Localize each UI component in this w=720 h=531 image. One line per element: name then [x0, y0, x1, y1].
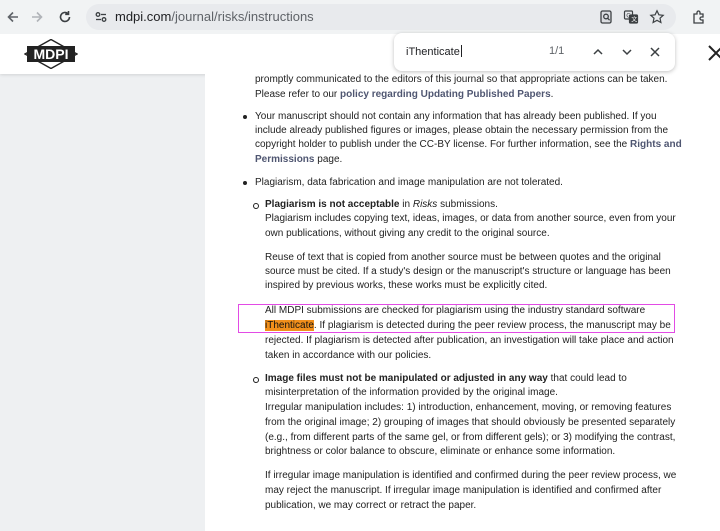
text-line: include already published figures or ima… — [255, 125, 669, 136]
bullet — [243, 115, 247, 119]
text-line: rejected. If plagiarism is detected afte… — [265, 335, 674, 346]
text-line: may reject the manuscript. If irregular … — [265, 485, 662, 496]
text-span: . If plagiarism is detected during the p… — [313, 320, 671, 331]
find-query: iThenticate — [406, 46, 460, 58]
text-line: Your manuscript should not contain any i… — [255, 111, 657, 122]
find-match-highlight: iThenticate — [265, 320, 314, 331]
text-span: that could lead to — [547, 373, 627, 384]
url-path: /journal/risks/instructions — [171, 9, 314, 24]
find-in-page-bar: iThenticate 1/1 — [394, 33, 675, 71]
next-match-button[interactable] — [617, 42, 637, 62]
bookmark-star-icon[interactable] — [648, 8, 666, 26]
text-line: Irregular manipulation includes: 1) intr… — [265, 402, 672, 413]
text-span: Image files must not be manipulated or a… — [265, 373, 548, 384]
text-line: Please refer to our policy regarding Upd… — [255, 87, 553, 102]
text-line: If irregular image manipulation is ident… — [265, 470, 677, 481]
text-span: Please refer to our — [255, 89, 341, 100]
updating-papers-link[interactable]: policy regarding Updating Published Pape… — [340, 89, 551, 100]
sub-bullet — [253, 203, 259, 209]
text-line: publication, we may correct or retract t… — [265, 500, 477, 511]
translate-icon[interactable]: G文 — [622, 8, 640, 26]
text-span: . — [550, 89, 554, 100]
text-line: Plagiarism is not acceptable in Risks su… — [265, 197, 498, 212]
reload-icon[interactable] — [52, 0, 78, 34]
text-span: copyright holder to publish under the CC… — [255, 139, 631, 150]
text-line: copyright holder to publish under the CC… — [255, 137, 682, 152]
svg-text:文: 文 — [631, 16, 637, 24]
text-line: (e.g., from different parts of the same … — [265, 432, 676, 443]
url-text[interactable]: mdpi.com/journal/risks/instructions — [115, 9, 314, 24]
browser-toolbar: mdpi.com/journal/risks/instructions G文 — [0, 0, 720, 34]
bullet — [243, 181, 247, 185]
extensions-puzzle-icon[interactable] — [686, 0, 712, 34]
address-bar[interactable]: mdpi.com/journal/risks/instructions G文 — [86, 4, 676, 30]
text-line: taken in accordance with our policies. — [265, 350, 432, 361]
text-line: Image files must not be manipulated or a… — [265, 371, 627, 386]
forward-arrow-icon[interactable] — [24, 0, 50, 34]
web-page: MDPI promptly communicated to the editor… — [0, 34, 720, 531]
chevron-down-icon — [622, 49, 632, 56]
close-icon[interactable] — [706, 43, 720, 65]
text-line: misinterpretation of the information pro… — [265, 387, 558, 398]
back-arrow-icon[interactable] — [0, 0, 26, 34]
mdpi-logo[interactable]: MDPI — [23, 38, 79, 70]
text-span: submissions. — [437, 199, 498, 210]
rights-permissions-link[interactable]: Permissions — [255, 154, 314, 165]
article-content: promptly communicated to the editors of … — [205, 74, 720, 531]
text-line: Reuse of text that is copied from anothe… — [265, 252, 661, 263]
text-line: Plagiarism includes copying text, ideas,… — [265, 213, 676, 224]
text-line: promptly communicated to the editors of … — [255, 74, 668, 85]
find-input[interactable]: iThenticate — [406, 45, 462, 58]
text-line: source must be cited. If a study's desig… — [265, 266, 671, 277]
text-line: All MDPI submissions are checked for pla… — [265, 305, 646, 316]
text-span: Plagiarism is not acceptable — [265, 199, 400, 210]
logo-text: MDPI — [34, 46, 69, 62]
text-line: inspired by previous works, these works … — [265, 280, 548, 291]
previous-match-button[interactable] — [588, 42, 608, 62]
close-find-button[interactable] — [645, 42, 665, 62]
chevron-up-icon — [593, 48, 603, 55]
find-match-count: 1/1 — [549, 45, 565, 57]
text-caret — [460, 45, 462, 57]
text-span: in — [399, 199, 413, 210]
rights-permissions-link[interactable]: Rights and — [630, 139, 682, 150]
page-search-icon[interactable] — [597, 8, 615, 26]
site-info-icon[interactable] — [92, 8, 110, 26]
journal-name: Risks — [412, 199, 438, 210]
close-icon — [650, 47, 660, 57]
text-line: own publications, without giving any cre… — [265, 228, 550, 239]
sub-bullet — [253, 377, 259, 383]
url-host: mdpi.com — [115, 9, 172, 24]
text-line: iThenticate. If plagiarism is detected d… — [265, 318, 671, 333]
text-span: page. — [314, 154, 343, 165]
text-line: Permissions page. — [255, 152, 342, 167]
text-line: brightness or color balance to obscure, … — [265, 446, 616, 457]
text-line: Plagiarism, data fabrication and image m… — [255, 177, 563, 188]
text-line: from the original image; 2) grouping of … — [265, 417, 676, 428]
